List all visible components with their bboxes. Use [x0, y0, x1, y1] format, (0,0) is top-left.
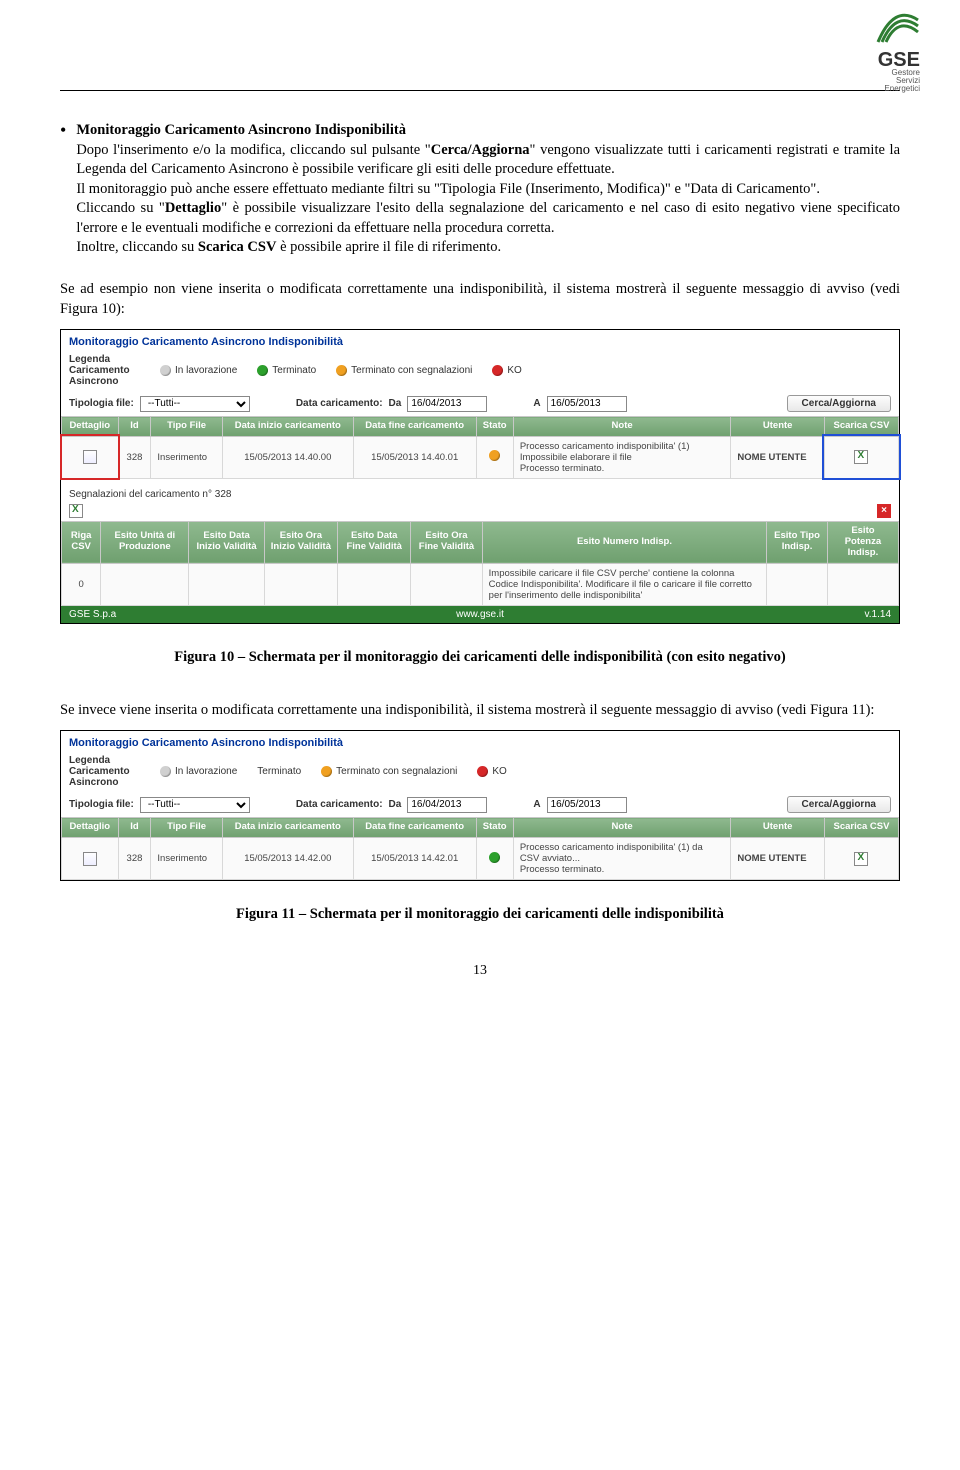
- segnalazioni-icon: [321, 766, 332, 777]
- results-table: DettaglioIdTipo File Data inizio caricam…: [61, 416, 899, 479]
- tipologia-label: Tipologia file:: [69, 398, 134, 409]
- doc-body: Monitoraggio Caricamento Asincrono Indis…: [60, 121, 900, 319]
- figure-10-caption: Figura 10 – Schermata per il monitoraggi…: [60, 649, 900, 666]
- detail-icon[interactable]: [83, 852, 97, 866]
- close-icon[interactable]: ×: [877, 504, 891, 518]
- footer-bar: GSE S.p.awww.gse.itv.1.14: [61, 606, 899, 623]
- segnalazioni-icon: [336, 365, 347, 376]
- figure-11-caption: Figura 11 – Schermata per il monitoraggi…: [60, 906, 900, 923]
- search-button[interactable]: Cerca/Aggiorna: [787, 395, 891, 412]
- detail-icon[interactable]: [83, 450, 97, 464]
- segnalazioni-title: Segnalazioni del caricamento n° 328: [61, 479, 899, 504]
- page-number: 13: [60, 963, 900, 979]
- in-lavorazione-icon: [160, 766, 171, 777]
- panel-title: Monitoraggio Caricamento Asincrono Indis…: [61, 330, 899, 350]
- ko-icon: [477, 766, 488, 777]
- screenshot-fig11: Monitoraggio Caricamento Asincrono Indis…: [60, 730, 900, 881]
- status-icon: [489, 852, 500, 863]
- panel-title: Monitoraggio Caricamento Asincrono Indis…: [61, 731, 899, 751]
- date-to-input[interactable]: [547, 396, 627, 412]
- ko-icon: [492, 365, 503, 376]
- status-icon: [489, 450, 500, 461]
- excel-icon[interactable]: [854, 852, 868, 866]
- screenshot-fig10: Monitoraggio Caricamento Asincrono Indis…: [60, 329, 900, 624]
- legend-label: Legenda Caricamento Asincrono: [69, 755, 154, 788]
- doc-body-2: Se invece viene inserita o modificata co…: [60, 701, 900, 721]
- excel-icon[interactable]: [854, 450, 868, 464]
- date-to-input[interactable]: [547, 797, 627, 813]
- segnalazioni-table: Riga CSVEsito Unità di ProduzioneEsito D…: [61, 521, 899, 606]
- date-from-input[interactable]: [407, 797, 487, 813]
- datacar-label: Data caricamento:: [296, 398, 383, 409]
- datacar-label: Data caricamento:: [296, 799, 383, 810]
- brand-logo: GSE Gestore Servizi Energetici: [872, 8, 920, 93]
- excel-export-icon[interactable]: [69, 504, 83, 518]
- date-from-input[interactable]: [407, 396, 487, 412]
- tipologia-select[interactable]: --Tutti--: [140, 797, 250, 813]
- tipologia-select[interactable]: --Tutti--: [140, 396, 250, 412]
- legend-label: Legenda Caricamento Asincrono: [69, 354, 154, 387]
- results-table: DettaglioIdTipo File Data inizio caricam…: [61, 817, 899, 880]
- in-lavorazione-icon: [160, 365, 171, 376]
- terminato-icon: [257, 365, 268, 376]
- search-button[interactable]: Cerca/Aggiorna: [787, 796, 891, 813]
- top-rule: [60, 90, 900, 91]
- tipologia-label: Tipologia file:: [69, 799, 134, 810]
